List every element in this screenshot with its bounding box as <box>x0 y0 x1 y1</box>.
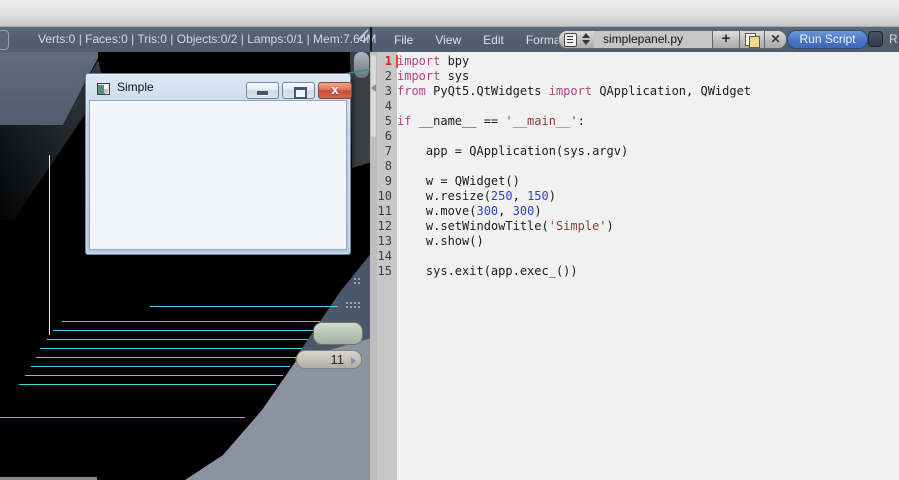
code-line[interactable]: 4 <box>377 99 897 114</box>
top-area-strip <box>0 0 899 27</box>
code-text: w.resize(250, 150) <box>397 189 556 204</box>
viewport-panel-button[interactable] <box>313 322 363 345</box>
datablock-new-button[interactable]: + <box>712 30 740 49</box>
code-line[interactable]: 9 w = QWidget() <box>377 174 897 189</box>
run-script-button[interactable]: Run Script <box>787 30 868 49</box>
code-text: w.setWindowTitle('Simple') <box>397 219 614 234</box>
line-number: 15 <box>377 264 395 279</box>
close-button[interactable]: x <box>318 82 352 99</box>
minimize-button[interactable] <box>246 82 279 99</box>
register-label: R <box>889 27 898 52</box>
chevron-down-icon <box>582 40 590 45</box>
code-lines: 1import bpy2import sys3from PyQt5.QtWidg… <box>377 54 897 279</box>
window-app-icon <box>97 83 110 95</box>
slider-arrow-icon <box>351 357 356 365</box>
chevron-up-icon <box>582 33 590 38</box>
line-number: 11 <box>377 204 395 219</box>
code-line[interactable]: 6 <box>377 129 897 144</box>
code-line[interactable]: 1import bpy <box>377 54 897 69</box>
line-number: 8 <box>377 159 395 174</box>
line-number: 10 <box>377 189 395 204</box>
line-number: 4 <box>377 99 395 114</box>
text-cursor <box>396 55 398 68</box>
header-mini-widget[interactable] <box>0 30 9 50</box>
info-header-bar: Verts:0 | Faces:0 | Tris:0 | Objects:0/2… <box>0 27 899 52</box>
code-text: import sys <box>397 69 469 84</box>
code-line[interactable]: 12 w.setWindowTitle('Simple') <box>377 219 897 234</box>
code-text: w.move(300, 300) <box>397 204 542 219</box>
window-title: Simple <box>117 74 154 100</box>
line-number: 12 <box>377 219 395 234</box>
code-text: from PyQt5.QtWidgets import QApplication… <box>397 84 751 99</box>
maximize-button[interactable] <box>282 82 315 99</box>
window-titlebar[interactable]: Simple x <box>86 74 350 100</box>
code-line[interactable]: 10 w.resize(250, 150) <box>377 189 897 204</box>
code-line[interactable]: 11 w.move(300, 300) <box>377 204 897 219</box>
qt-simple-window: Simple x <box>85 73 351 255</box>
line-number: 7 <box>377 144 395 159</box>
text-file-icon <box>564 33 577 47</box>
area-divider <box>370 27 372 52</box>
code-line[interactable]: 15 sys.exit(app.exec_()) <box>377 264 897 279</box>
code-line[interactable]: 13 w.show() <box>377 234 897 249</box>
datablock-unlink-button[interactable]: ✕ <box>764 30 787 49</box>
code-text: app = QApplication(sys.argv) <box>397 144 628 159</box>
code-text: if __name__ == '__main__': <box>397 114 585 129</box>
register-checkbox[interactable] <box>868 31 883 47</box>
line-number: 1 <box>377 54 395 69</box>
code-line[interactable]: 5if __name__ == '__main__': <box>377 114 897 129</box>
line-number: 13 <box>377 234 395 249</box>
blender-window: Verts:0 | Faces:0 | Tris:0 | Objects:0/2… <box>0 0 899 480</box>
line-number: 5 <box>377 114 395 129</box>
text-editor-menubar: FileViewEditFormat <box>383 27 575 52</box>
maximize-icon <box>294 87 307 99</box>
line-number: 6 <box>377 129 395 144</box>
code-text: w = QWidget() <box>397 174 520 189</box>
editor-scrollbar-thumb[interactable] <box>371 55 376 137</box>
viewport-value-slider[interactable]: 11 <box>296 350 362 369</box>
line-number: 14 <box>377 249 395 264</box>
datablock-browse-button[interactable] <box>558 30 595 49</box>
datablock-name-field[interactable]: simplepanel.py <box>594 30 713 49</box>
area-resize-grip-icon[interactable] <box>355 28 371 44</box>
close-icon: x <box>319 83 351 98</box>
datablock-copy-button[interactable] <box>739 30 765 49</box>
code-line[interactable]: 7 app = QApplication(sys.argv) <box>377 144 897 159</box>
code-line[interactable]: 14 <box>377 249 897 264</box>
menu-edit[interactable]: Edit <box>472 33 515 47</box>
menu-file[interactable]: File <box>383 33 424 47</box>
line-number: 2 <box>377 69 395 84</box>
line-number: 9 <box>377 174 395 189</box>
code-text: sys.exit(app.exec_()) <box>397 264 578 279</box>
menu-view[interactable]: View <box>424 33 472 47</box>
collapse-arrow-icon <box>371 84 376 92</box>
code-line[interactable]: 3from PyQt5.QtWidgets import QApplicatio… <box>377 84 897 99</box>
code-line[interactable]: 8 <box>377 159 897 174</box>
code-line[interactable]: 2import sys <box>377 69 897 84</box>
glitch-capsule <box>354 52 369 78</box>
slider-value: 11 <box>331 352 345 367</box>
code-text: import bpy <box>397 54 469 69</box>
minimize-icon <box>257 91 268 96</box>
scene-stats-text: Verts:0 | Faces:0 | Tris:0 | Objects:0/2… <box>38 27 376 52</box>
line-number: 3 <box>377 84 395 99</box>
window-client-area <box>89 100 347 250</box>
code-text: w.show() <box>397 234 484 249</box>
